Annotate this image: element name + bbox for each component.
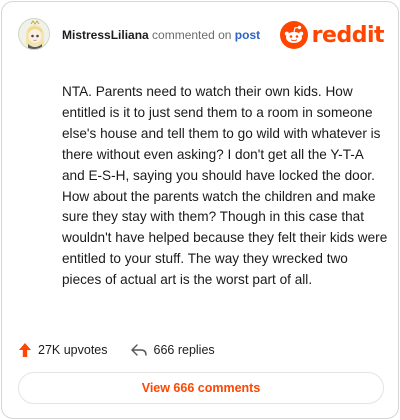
comment-card: MistressLiliana commented on post reddit… <box>1 1 399 419</box>
upvote-count: 27K upvotes <box>38 343 108 357</box>
upvote-arrow-icon <box>19 343 31 357</box>
post-link[interactable]: post <box>235 28 260 42</box>
view-comments-button[interactable]: View 666 comments <box>18 372 384 404</box>
comment-byline: MistressLiliana commented on post <box>62 28 260 42</box>
commented-on-text: commented on <box>152 28 232 42</box>
upvote-button[interactable]: 27K upvotes <box>18 342 108 358</box>
comment-text: NTA. Parents need to watch their own kid… <box>62 84 388 288</box>
reply-arrow-icon <box>130 344 147 356</box>
reddit-snoo-icon <box>279 21 308 49</box>
anime-avatar-icon[interactable] <box>18 18 50 50</box>
reddit-wordmark: reddit <box>311 22 385 48</box>
comment-header: MistressLiliana commented on post reddit <box>18 18 385 52</box>
replies-count: 666 replies <box>153 343 215 357</box>
username-link[interactable]: MistressLiliana <box>62 28 149 42</box>
comment-actions: 27K upvotes 666 replies <box>18 340 237 360</box>
replies-button[interactable]: 666 replies <box>130 343 215 357</box>
reddit-logo[interactable]: reddit <box>279 19 385 51</box>
